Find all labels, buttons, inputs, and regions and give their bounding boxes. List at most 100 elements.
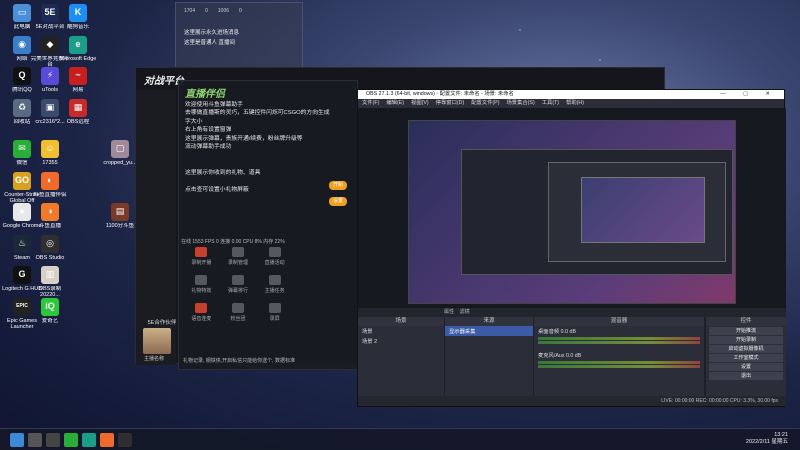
live-message: 这里展示你收到的礼物、道具	[185, 170, 261, 177]
obs-preview[interactable]	[358, 108, 786, 308]
menu-profile[interactable]: 配置文件(P)	[471, 99, 499, 108]
app-icon: ☺	[41, 140, 59, 158]
properties-button[interactable]: 属性	[444, 309, 454, 315]
filters-button[interactable]: 滤镜	[460, 309, 470, 315]
app-icon: ▥	[41, 266, 59, 284]
sources-dock: 来源 显示器采集	[445, 317, 533, 399]
voice-icon	[195, 303, 208, 313]
menu-docks[interactable]: 停靠窗口(D)	[436, 99, 465, 108]
overlay-stats: 1704 0 1006 0	[176, 3, 302, 19]
app-icon: ●	[13, 203, 31, 221]
desktop-icon[interactable]: ◎ OBS Studio	[30, 234, 70, 261]
gift-note: 礼物记录, 钢铁侠,开启私信只能给你送个, 数据标准	[183, 358, 295, 364]
grid-cell-task[interactable]: 主播任务	[256, 275, 293, 294]
desktop-icon[interactable]: ▦ OBS远程	[58, 98, 98, 125]
desktop-icon[interactable]: e Microsoft Edge	[58, 35, 98, 62]
preview-nested-window	[461, 149, 733, 275]
screen-icon	[268, 303, 281, 313]
grid-cell-record[interactable]: 录制开播	[183, 247, 220, 266]
desktop-icon-label: 网易	[72, 87, 84, 93]
exit-button[interactable]: 退出	[709, 372, 783, 380]
grid-cell-rank[interactable]: 弹幕排行	[220, 275, 257, 294]
scene-item[interactable]: 场景 2	[358, 336, 444, 346]
source-toolbar: 属性 滤镜	[358, 308, 786, 317]
clock-date: 2022/2/11 星期五	[745, 439, 788, 446]
audio-meter	[538, 365, 700, 368]
grid-cell-gift-fx[interactable]: 礼物特效	[183, 275, 220, 294]
menu-edit[interactable]: 编辑(E)	[386, 99, 404, 108]
system-clock[interactable]: 13:21 2022/2/11 星期五	[746, 432, 788, 447]
task-view-icon[interactable]	[46, 433, 60, 447]
menu-help[interactable]: 帮助(H)	[566, 99, 584, 108]
scenes-header: 场景	[358, 317, 444, 326]
grid-cell-voice[interactable]: 语音连麦	[183, 303, 220, 322]
scenes-dock: 场景 场景 场景 2	[358, 317, 444, 399]
desktop-icon-label: 斗鱼直播	[38, 223, 61, 229]
taskbar: 13:21 2022/2/11 星期五	[0, 428, 800, 450]
app-icon: ▢	[111, 140, 129, 158]
desktop-icon[interactable]: K 酷狗音乐	[58, 4, 98, 30]
live-message: 这里展示弹幕，贵族开通/续费，粉丝牌升级等	[185, 135, 303, 142]
mixer-channel: 麦克风/Aux 0.0 dB	[538, 353, 582, 359]
grid-cell-manage[interactable]: 录制管理	[220, 247, 257, 266]
gift-count: 0	[205, 8, 208, 14]
settings-button[interactable]: 设置	[709, 363, 783, 371]
desktop-icon-label: 1100分斗鱼	[105, 223, 135, 229]
search-icon[interactable]	[28, 433, 42, 447]
edge-icon[interactable]	[82, 433, 96, 447]
desktop-icon[interactable]: ~ 网易	[58, 67, 98, 93]
live-message: 字大小	[185, 118, 203, 125]
scene-item[interactable]: 场景	[358, 326, 444, 336]
menu-view[interactable]: 视图(V)	[411, 99, 429, 108]
live-function-grid: 录制开播 录制管理 直播活动 礼物特效 弹幕排行 主播任务 语音连麦 粉丝团 录…	[183, 247, 293, 322]
menu-scene-collection[interactable]: 场景集合(S)	[506, 99, 534, 108]
grid-cell-screen[interactable]: 录屏	[256, 303, 293, 322]
source-item[interactable]: 显示器采集	[445, 326, 533, 336]
virtual-camera-button[interactable]: 启动虚拟摄像机	[709, 345, 783, 353]
app-icon: ◎	[41, 234, 59, 253]
start-recording-button[interactable]: 开始录制	[709, 336, 783, 344]
obs-taskbar-icon[interactable]	[118, 433, 132, 447]
menu-tools[interactable]: 工具(T)	[542, 99, 559, 108]
app-icon: 5E	[41, 4, 59, 22]
audio-meter	[538, 337, 700, 340]
live-message: 欢迎使用斗鱼弹幕助手	[185, 102, 243, 108]
desktop-icon-label: OBS远程	[66, 118, 90, 125]
start-icon[interactable]	[10, 433, 24, 447]
grid-cell-activity[interactable]: 直播活动	[256, 247, 293, 266]
desktop-icon-label: 斗鱼直播伴侣	[33, 191, 67, 198]
studio-mode-button[interactable]: 工作室模式	[709, 354, 783, 362]
desktop-icon[interactable]: ☺ 17355	[30, 140, 70, 166]
obs-window[interactable]: OBS 27.1.3 (64-bit, windows) - 配置文件: 未命名…	[357, 89, 786, 407]
activity-icon	[268, 247, 281, 257]
desktop-icon-label: cropped_yu...	[103, 160, 137, 166]
desktop-icon[interactable]: ▤ 1100分斗鱼	[100, 203, 140, 229]
mixer-header: 混音器	[534, 317, 704, 326]
preview-desktop-capture	[408, 120, 736, 304]
settings-button[interactable]: 设置	[329, 197, 347, 206]
desktop-icon[interactable]: iQ 爱奇艺	[30, 297, 70, 324]
start-streaming-button[interactable]: 开始推流	[709, 327, 783, 335]
obs-menubar: 文件(F) 编辑(E) 视图(V) 停靠窗口(D) 配置文件(P) 场景集合(S…	[358, 99, 784, 108]
menu-file[interactable]: 文件(F)	[362, 99, 379, 108]
record-icon	[195, 247, 208, 257]
start-button[interactable]: 开始	[329, 181, 347, 190]
live-helper-panel[interactable]: 直播伴侣 欢迎使用斗鱼弹幕助手 去哪做直播斯的灵巧，五键控件闪烁可CSGO的方向…	[178, 80, 358, 370]
douyu-icon[interactable]	[100, 433, 114, 447]
live-stats-row: 在线 1553 FPS 0 连接 0.00 CPU 8% 内存 22%	[181, 239, 285, 245]
live-helper-title: 直播伴侣	[185, 89, 225, 100]
app-icon: ⚡	[41, 67, 59, 85]
desktop-icon-label: Microsoft Edge	[59, 55, 97, 62]
grid-cell-fans[interactable]: 粉丝团	[220, 303, 257, 322]
avatar[interactable]	[143, 328, 171, 354]
mixer-dock: 混音器 桌面音频 0.0 dB 麦克风/Aux 0.0 dB	[534, 317, 704, 399]
window-controls[interactable]: — ▢ ✕	[720, 90, 778, 99]
desktop-icon[interactable]: ▥ OBS录制 20220...	[30, 266, 70, 298]
wechat-icon[interactable]	[64, 433, 78, 447]
app-icon: ▤	[111, 203, 129, 221]
app-icon: G	[13, 266, 31, 284]
desktop-icon[interactable]: ◑ 斗鱼直播	[30, 203, 70, 229]
app-icon: ▣	[41, 98, 59, 117]
desktop-icon[interactable]: ▢ cropped_yu...	[100, 140, 140, 166]
desktop-icon[interactable]: ◐ 斗鱼直播伴侣	[30, 171, 70, 198]
